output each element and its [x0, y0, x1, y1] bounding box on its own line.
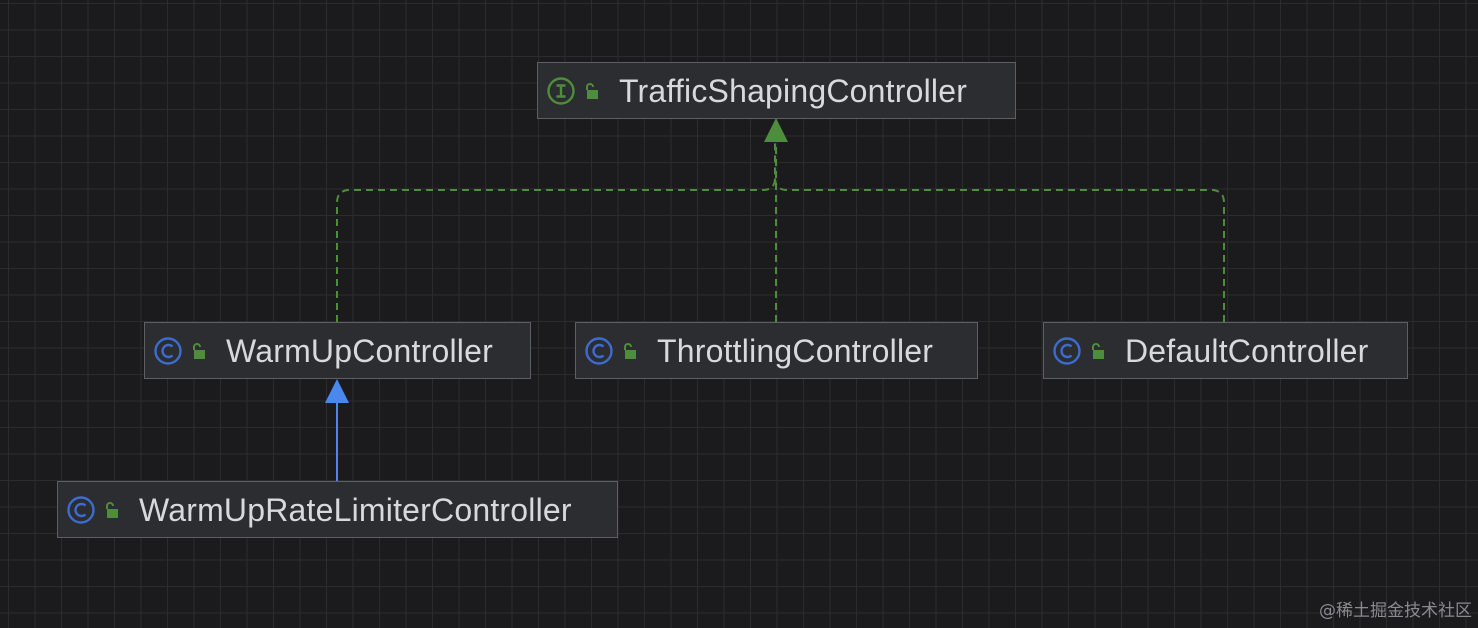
- node-default-controller[interactable]: DefaultController: [1043, 322, 1408, 379]
- class-icon: [1053, 336, 1081, 365]
- interface-icon: [547, 76, 575, 105]
- node-label: WarmUpRateLimiterController: [139, 491, 572, 528]
- unlocked-lock-icon: [106, 501, 118, 518]
- edge-warmup-implements-trafficshaping: [336, 140, 776, 322]
- unlocked-lock-icon: [193, 342, 205, 359]
- node-traffic-shaping-controller[interactable]: TrafficShapingController: [537, 62, 1016, 119]
- node-label: TrafficShapingController: [619, 72, 968, 109]
- node-warm-up-controller[interactable]: WarmUpController: [144, 322, 531, 379]
- edge-default-implements-trafficshaping: [774, 177, 1225, 322]
- watermark: @稀土掘金技术社区: [1319, 601, 1472, 621]
- node-label: WarmUpController: [226, 332, 493, 369]
- node-warm-up-rate-limiter-controller[interactable]: WarmUpRateLimiterController: [57, 481, 618, 538]
- unlocked-lock-icon: [1092, 342, 1104, 359]
- node-label: ThrottlingController: [657, 332, 934, 369]
- unlocked-lock-icon: [624, 342, 636, 359]
- node-label: DefaultController: [1125, 332, 1369, 369]
- class-icon: [67, 495, 95, 524]
- extends-arrowhead: [325, 379, 349, 403]
- implements-arrowhead: [764, 118, 788, 142]
- node-throttling-controller[interactable]: ThrottlingController: [575, 322, 978, 379]
- class-icon: [154, 336, 182, 365]
- class-icon: [585, 336, 613, 365]
- unlocked-lock-icon: [586, 82, 598, 99]
